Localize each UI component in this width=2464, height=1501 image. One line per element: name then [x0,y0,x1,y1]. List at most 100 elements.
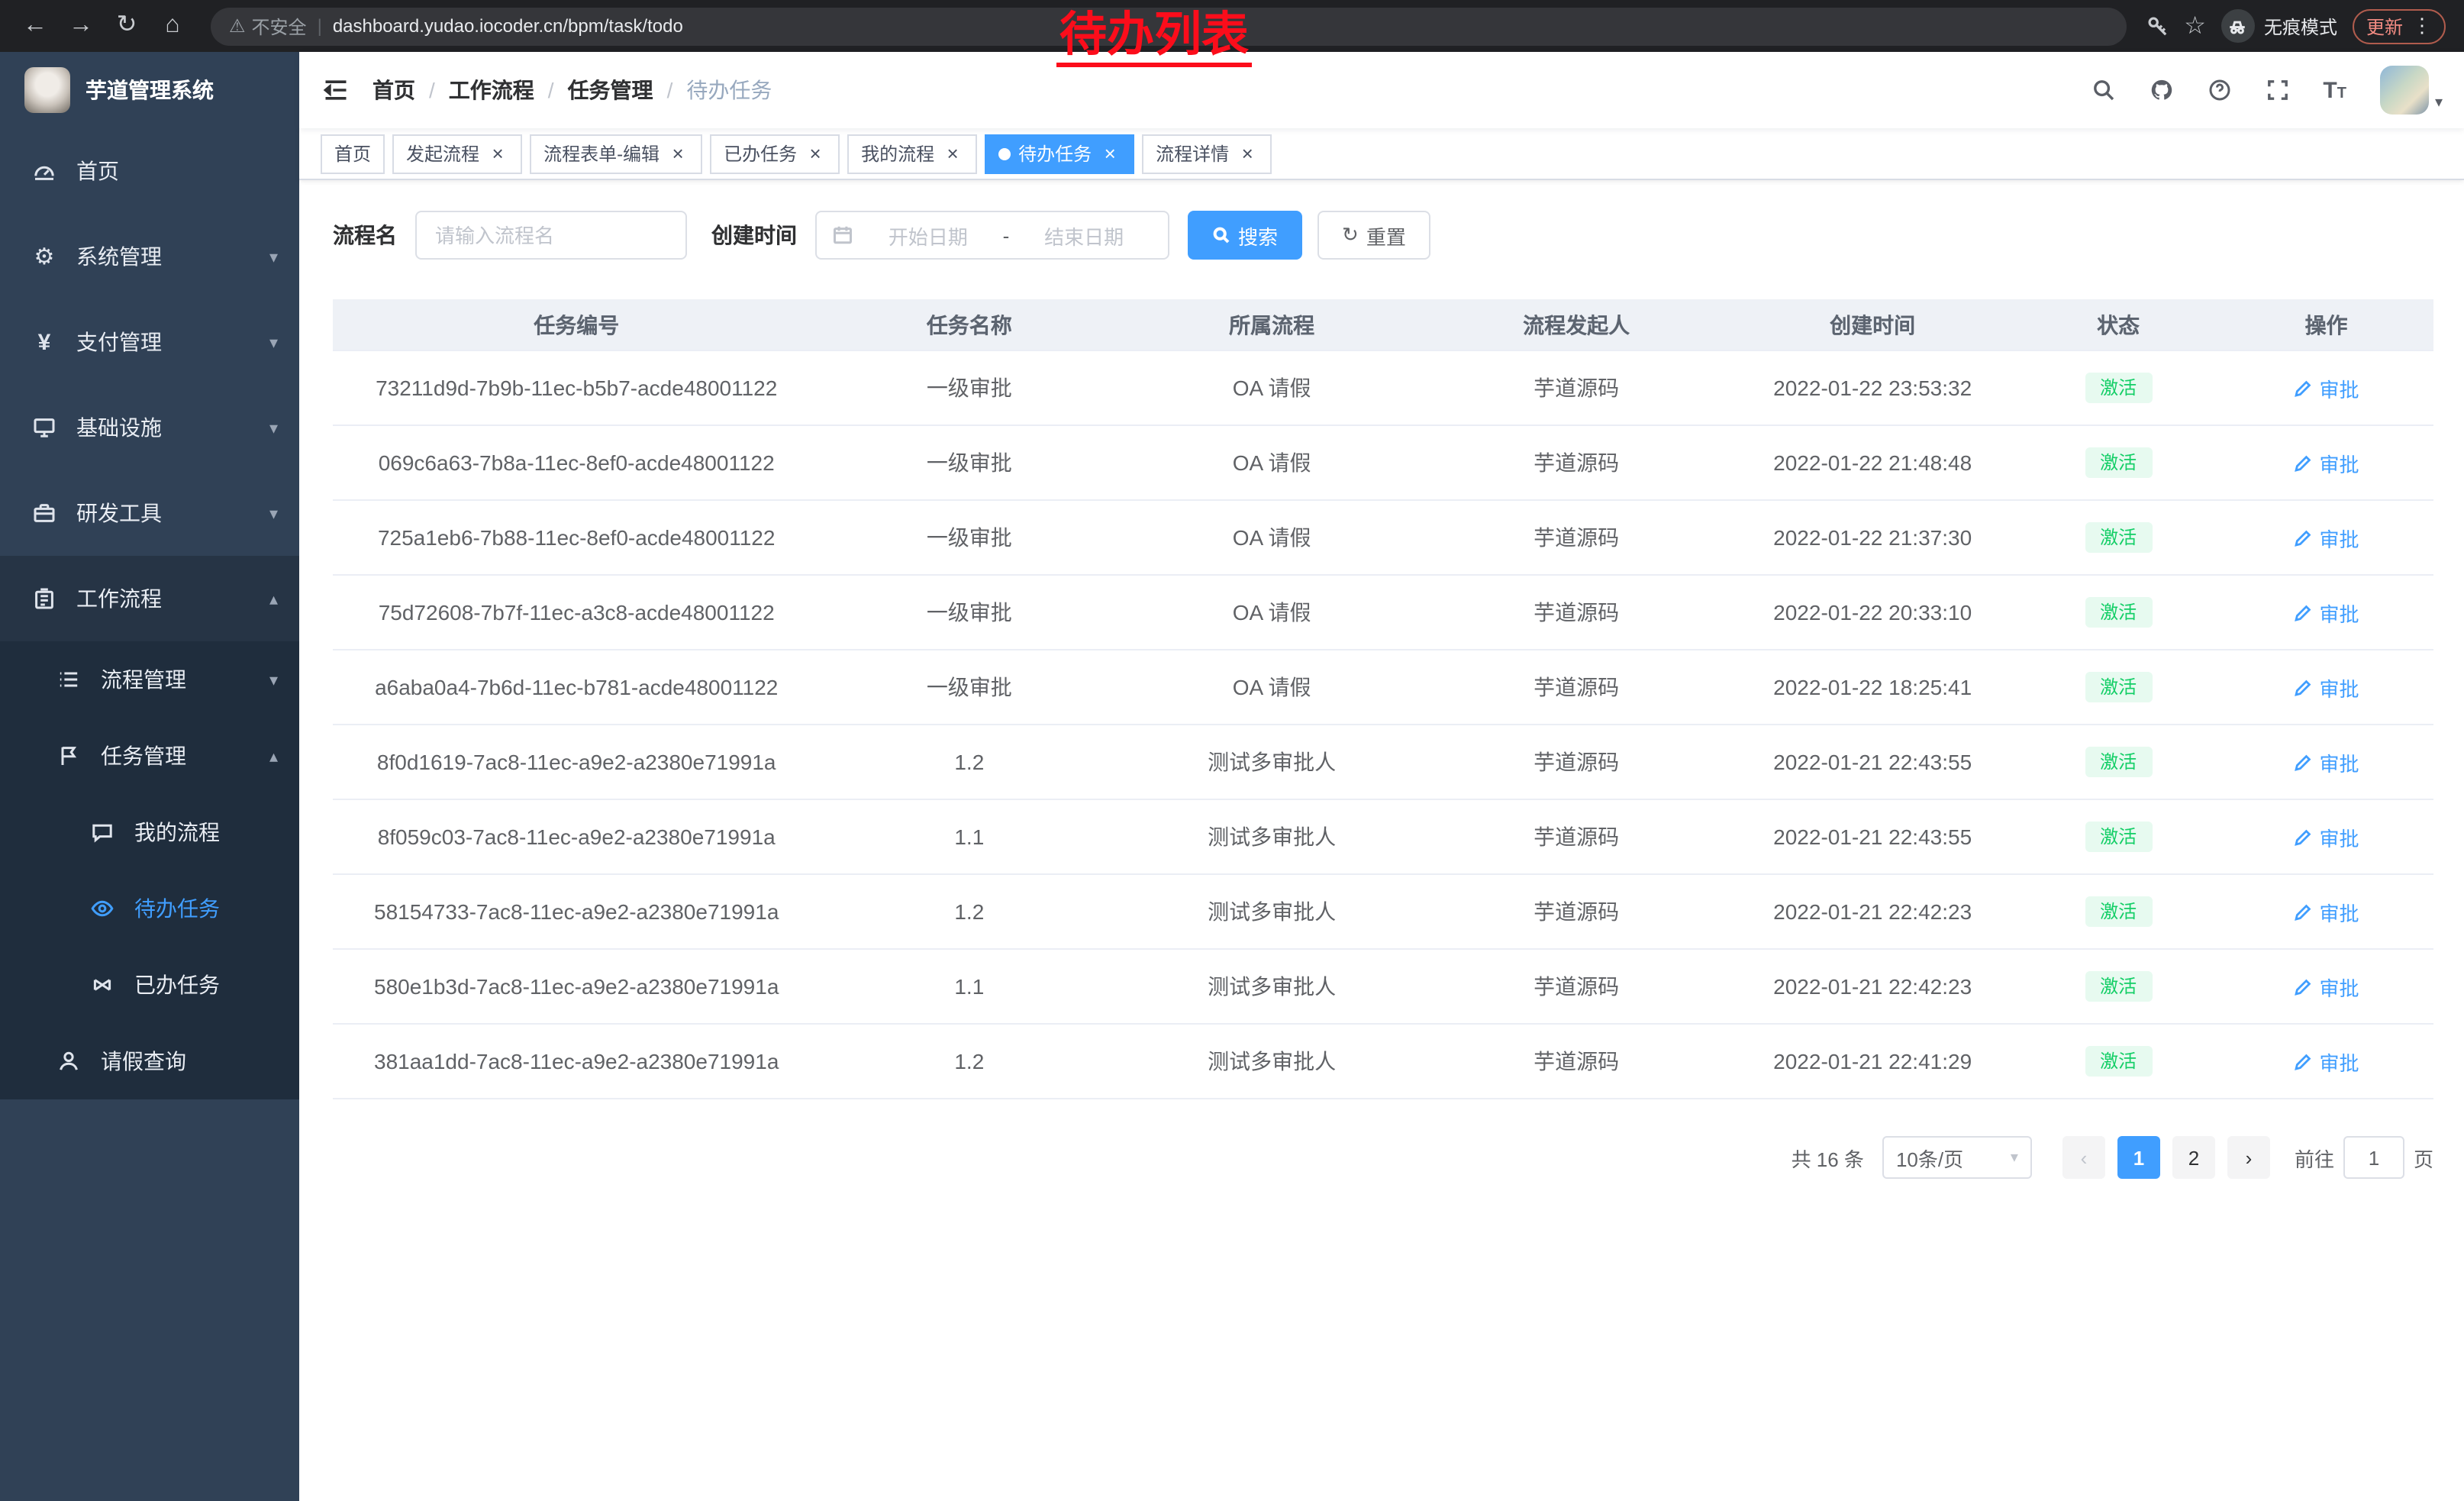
avatar[interactable] [2380,66,2429,115]
browser-update-button[interactable]: 更新 ⋮ [2353,8,2446,44]
goto-label: 前往 [2295,1143,2334,1172]
sidebar-item-todo-tasks[interactable]: 待办任务 [0,870,299,947]
font-size-icon[interactable]: TT [2323,79,2346,102]
create-time-cell: 2022-01-21 22:42:23 [1727,974,2017,999]
breadcrumb-home[interactable]: 首页 [373,75,415,105]
browser-back-button[interactable]: ← [15,6,55,46]
approve-button[interactable]: 审批 [2294,448,2359,477]
approve-button[interactable]: 审批 [2294,747,2359,776]
sidebar-item-home[interactable]: 首页 [0,128,299,214]
chevron-up-icon: ▴ [269,589,278,608]
yen-icon: ¥ [31,329,58,355]
browser-menu-icon[interactable]: ⋮ [2412,14,2432,38]
tab-tag-3[interactable]: 已办任务× [710,134,840,173]
approve-button[interactable]: 审批 [2294,598,2359,627]
tab-tag-1[interactable]: 发起流程× [392,134,522,173]
sidebar-item-label: 支付管理 [76,327,269,357]
process-name-input[interactable] [415,211,687,260]
sidebar-item-devtools[interactable]: 研发工具 ▾ [0,470,299,556]
pagination-total: 共 16 条 [1792,1143,1864,1172]
help-icon[interactable] [2207,78,2231,102]
fullscreen-icon[interactable] [2265,78,2289,102]
goto-page-input[interactable] [2343,1136,2404,1179]
monitor-icon [31,415,58,440]
page-button-1[interactable]: 1 [2117,1136,2160,1179]
close-icon[interactable]: × [487,143,508,164]
sidebar-item-process-management[interactable]: 流程管理 ▾ [0,641,299,718]
sidebar-item-task-management[interactable]: 任务管理 ▴ [0,718,299,794]
not-secure-badge[interactable]: ⚠ 不安全 [229,13,307,39]
tab-tag-6[interactable]: 流程详情× [1142,134,1272,173]
close-icon[interactable]: × [667,143,689,164]
sidebar-item-done-tasks[interactable]: 已办任务 [0,947,299,1023]
sidebar-item-leave-query[interactable]: 请假查询 [0,1023,299,1099]
status-badge: 激活 [2085,896,2152,928]
browser-refresh-button[interactable]: ↻ [107,6,147,46]
user-menu[interactable]: ▾ [2380,66,2443,115]
approve-button[interactable]: 审批 [2294,523,2359,552]
status-badge: 激活 [2085,522,2152,554]
browser-forward-button[interactable]: → [61,6,101,46]
tag-label: 待办任务 [1018,140,1092,166]
incognito-label: 无痕模式 [2264,13,2337,39]
tab-tag-4[interactable]: 我的流程× [847,134,977,173]
table-row: a6aba0a4-7b6d-11ec-b781-acde48001122一级审批… [333,650,2433,725]
approve-button[interactable]: 审批 [2294,373,2359,402]
task-name-cell: 1.2 [820,750,1118,774]
approve-button[interactable]: 审批 [2294,1047,2359,1076]
github-icon[interactable] [2149,78,2173,102]
starter-cell: 芋道源码 [1425,447,1727,478]
date-range-separator: - [1003,224,1010,247]
page-button-2[interactable]: 2 [2172,1136,2215,1179]
gear-icon: ⚙ [31,243,58,270]
next-page-button[interactable]: › [2227,1136,2270,1179]
password-key-icon[interactable] [2144,14,2169,38]
page-size-select[interactable]: 10条/页 ▾ [1882,1136,2032,1179]
list-icon [55,667,82,692]
address-bar[interactable]: ⚠ 不安全 | dashboard.yudao.iocoder.cn/bpm/t… [211,7,2126,45]
close-icon[interactable]: × [1237,143,1258,164]
status-badge: 激活 [2085,672,2152,703]
breadcrumb-workflow[interactable]: 工作流程 [449,75,534,105]
tab-tag-2[interactable]: 流程表单-编辑× [530,134,702,173]
status-badge: 激活 [2085,971,2152,1002]
sidebar-collapse-button[interactable] [299,52,373,128]
close-icon[interactable]: × [942,143,963,164]
table-body: 73211d9d-7b9b-11ec-b5b7-acde48001122一级审批… [333,351,2433,1099]
starter-cell: 芋道源码 [1425,1046,1727,1077]
check-circle-icon [89,973,116,997]
search-icon[interactable] [2091,78,2115,102]
date-range-picker[interactable]: 开始日期 - 结束日期 [815,211,1169,260]
create-time-cell: 2022-01-21 22:42:23 [1727,899,2017,924]
sidebar-item-infrastructure[interactable]: 基础设施 ▾ [0,385,299,470]
close-icon[interactable]: × [805,143,826,164]
tab-tag-5[interactable]: 待办任务 × [985,134,1134,173]
approve-button[interactable]: 审批 [2294,822,2359,851]
approve-button[interactable]: 审批 [2294,972,2359,1001]
sidebar-item-system[interactable]: ⚙ 系统管理 ▾ [0,214,299,299]
reset-button[interactable]: ↻ 重置 [1317,211,1430,260]
bookmark-star-icon[interactable]: ☆ [2184,11,2206,41]
breadcrumb-task-management[interactable]: 任务管理 [568,75,653,105]
close-icon[interactable]: × [1099,143,1121,164]
person-icon [55,1049,82,1073]
task-name-cell: 1.1 [820,825,1118,849]
app-logo[interactable]: 芋道管理系统 [0,52,299,128]
sidebar-item-workflow[interactable]: 工作流程 ▴ [0,556,299,641]
browser-home-button[interactable]: ⌂ [153,6,192,46]
chevron-down-icon: ▾ [269,670,278,689]
approve-button[interactable]: 审批 [2294,897,2359,926]
prev-page-button[interactable]: ‹ [2062,1136,2105,1179]
status-badge: 激活 [2085,447,2152,479]
search-button[interactable]: 搜索 [1188,211,1302,260]
process-cell: 测试多审批人 [1118,747,1425,777]
sidebar-item-my-process[interactable]: 我的流程 [0,794,299,870]
status-cell: 激活 [2017,896,2219,928]
approve-button[interactable]: 审批 [2294,673,2359,702]
table-row: 580e1b3d-7ac8-11ec-a9e2-a2380e71991a1.1测… [333,950,2433,1025]
table-row: 725a1eb6-7b88-11ec-8ef0-acde48001122一级审批… [333,501,2433,576]
tab-tag-0[interactable]: 首页 [321,134,385,173]
breadcrumb-separator: / [429,78,435,102]
sidebar-item-payment[interactable]: ¥ 支付管理 ▾ [0,299,299,385]
chevron-down-icon: ▾ [269,332,278,352]
